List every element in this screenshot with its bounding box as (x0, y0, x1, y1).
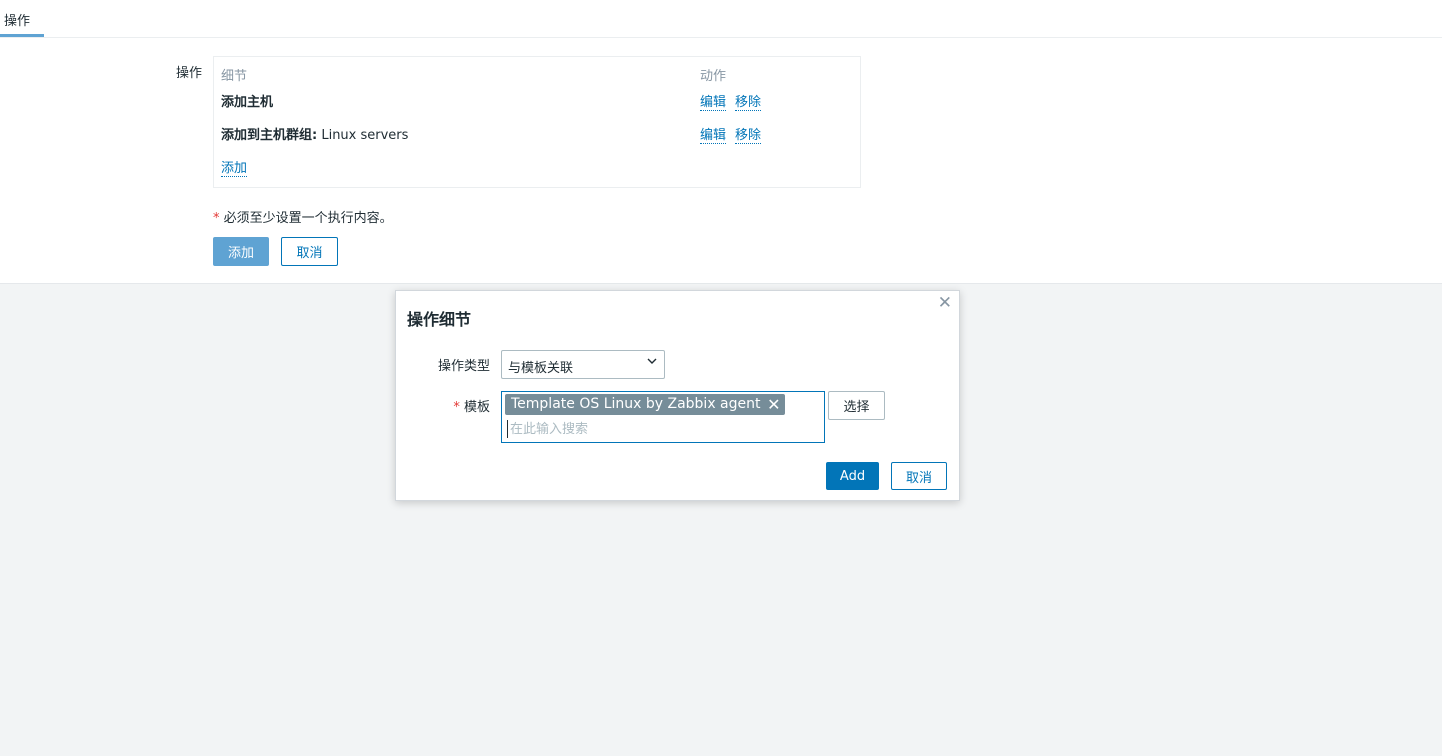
requirement-text: 必须至少设置一个执行内容。 (223, 211, 393, 226)
remove-operation-link[interactable]: 移除 (735, 128, 762, 144)
operation-detail-bold: 添加主机 (221, 95, 274, 110)
dialog-add-button[interactable]: Add (826, 462, 879, 490)
operation-detail-text: Linux servers (317, 128, 409, 143)
operation-row: 添加到主机群组: Linux servers (221, 124, 408, 143)
template-label: * 模板 (416, 396, 490, 415)
remove-chip-icon[interactable]: ✕ (767, 394, 780, 415)
operations-table: 细节 动作 添加主机 编辑 移除 添加到主机群组: Linux servers … (213, 56, 861, 188)
operation-details-dialog: 操作细节 ✕ 操作类型 与模板关联 * 模板 Template OS Linux… (395, 290, 960, 501)
details-column-header: 细节 (221, 69, 248, 84)
dialog-cancel-button[interactable]: 取消 (891, 462, 947, 490)
selected-template-chip: Template OS Linux by Zabbix agent ✕ (505, 394, 785, 415)
tab-bar: 操作 (0, 0, 1442, 38)
actions-column-header: 动作 (700, 69, 727, 84)
operation-detail-bold: 添加到主机群组: (221, 128, 318, 143)
requirement-note: * 必须至少设置一个执行内容。 (213, 207, 393, 226)
remove-operation-link[interactable]: 移除 (735, 95, 762, 111)
add-operation-link[interactable]: 添加 (221, 161, 248, 177)
operation-type-select[interactable]: 与模板关联 (501, 350, 665, 379)
selected-template-name: Template OS Linux by Zabbix agent (511, 396, 761, 412)
cancel-button[interactable]: 取消 (281, 237, 338, 266)
template-label-text: 模板 (463, 400, 490, 415)
operations-field-label: 操作 (175, 66, 202, 81)
required-asterisk: * (213, 211, 220, 226)
chevron-down-icon (647, 358, 657, 364)
add-button[interactable]: 添加 (213, 237, 269, 266)
tab-operations[interactable]: 操作 (0, 0, 44, 37)
operation-row: 添加主机 (221, 91, 273, 110)
select-button[interactable]: 选择 (828, 391, 885, 420)
operations-panel: 操作 操作 细节 动作 添加主机 编辑 移除 添加到主机群组: Linux se… (0, 0, 1442, 284)
required-asterisk: * (453, 400, 460, 415)
close-icon[interactable]: ✕ (938, 294, 952, 312)
template-multiselect[interactable]: Template OS Linux by Zabbix agent ✕ (501, 391, 825, 443)
operation-type-value: 与模板关联 (508, 361, 574, 376)
edit-operation-link[interactable]: 编辑 (700, 128, 727, 144)
operation-type-label: 操作类型 (437, 359, 490, 374)
template-search-input[interactable] (507, 420, 810, 438)
dialog-title: 操作细节 (407, 310, 472, 329)
edit-operation-link[interactable]: 编辑 (700, 95, 727, 111)
